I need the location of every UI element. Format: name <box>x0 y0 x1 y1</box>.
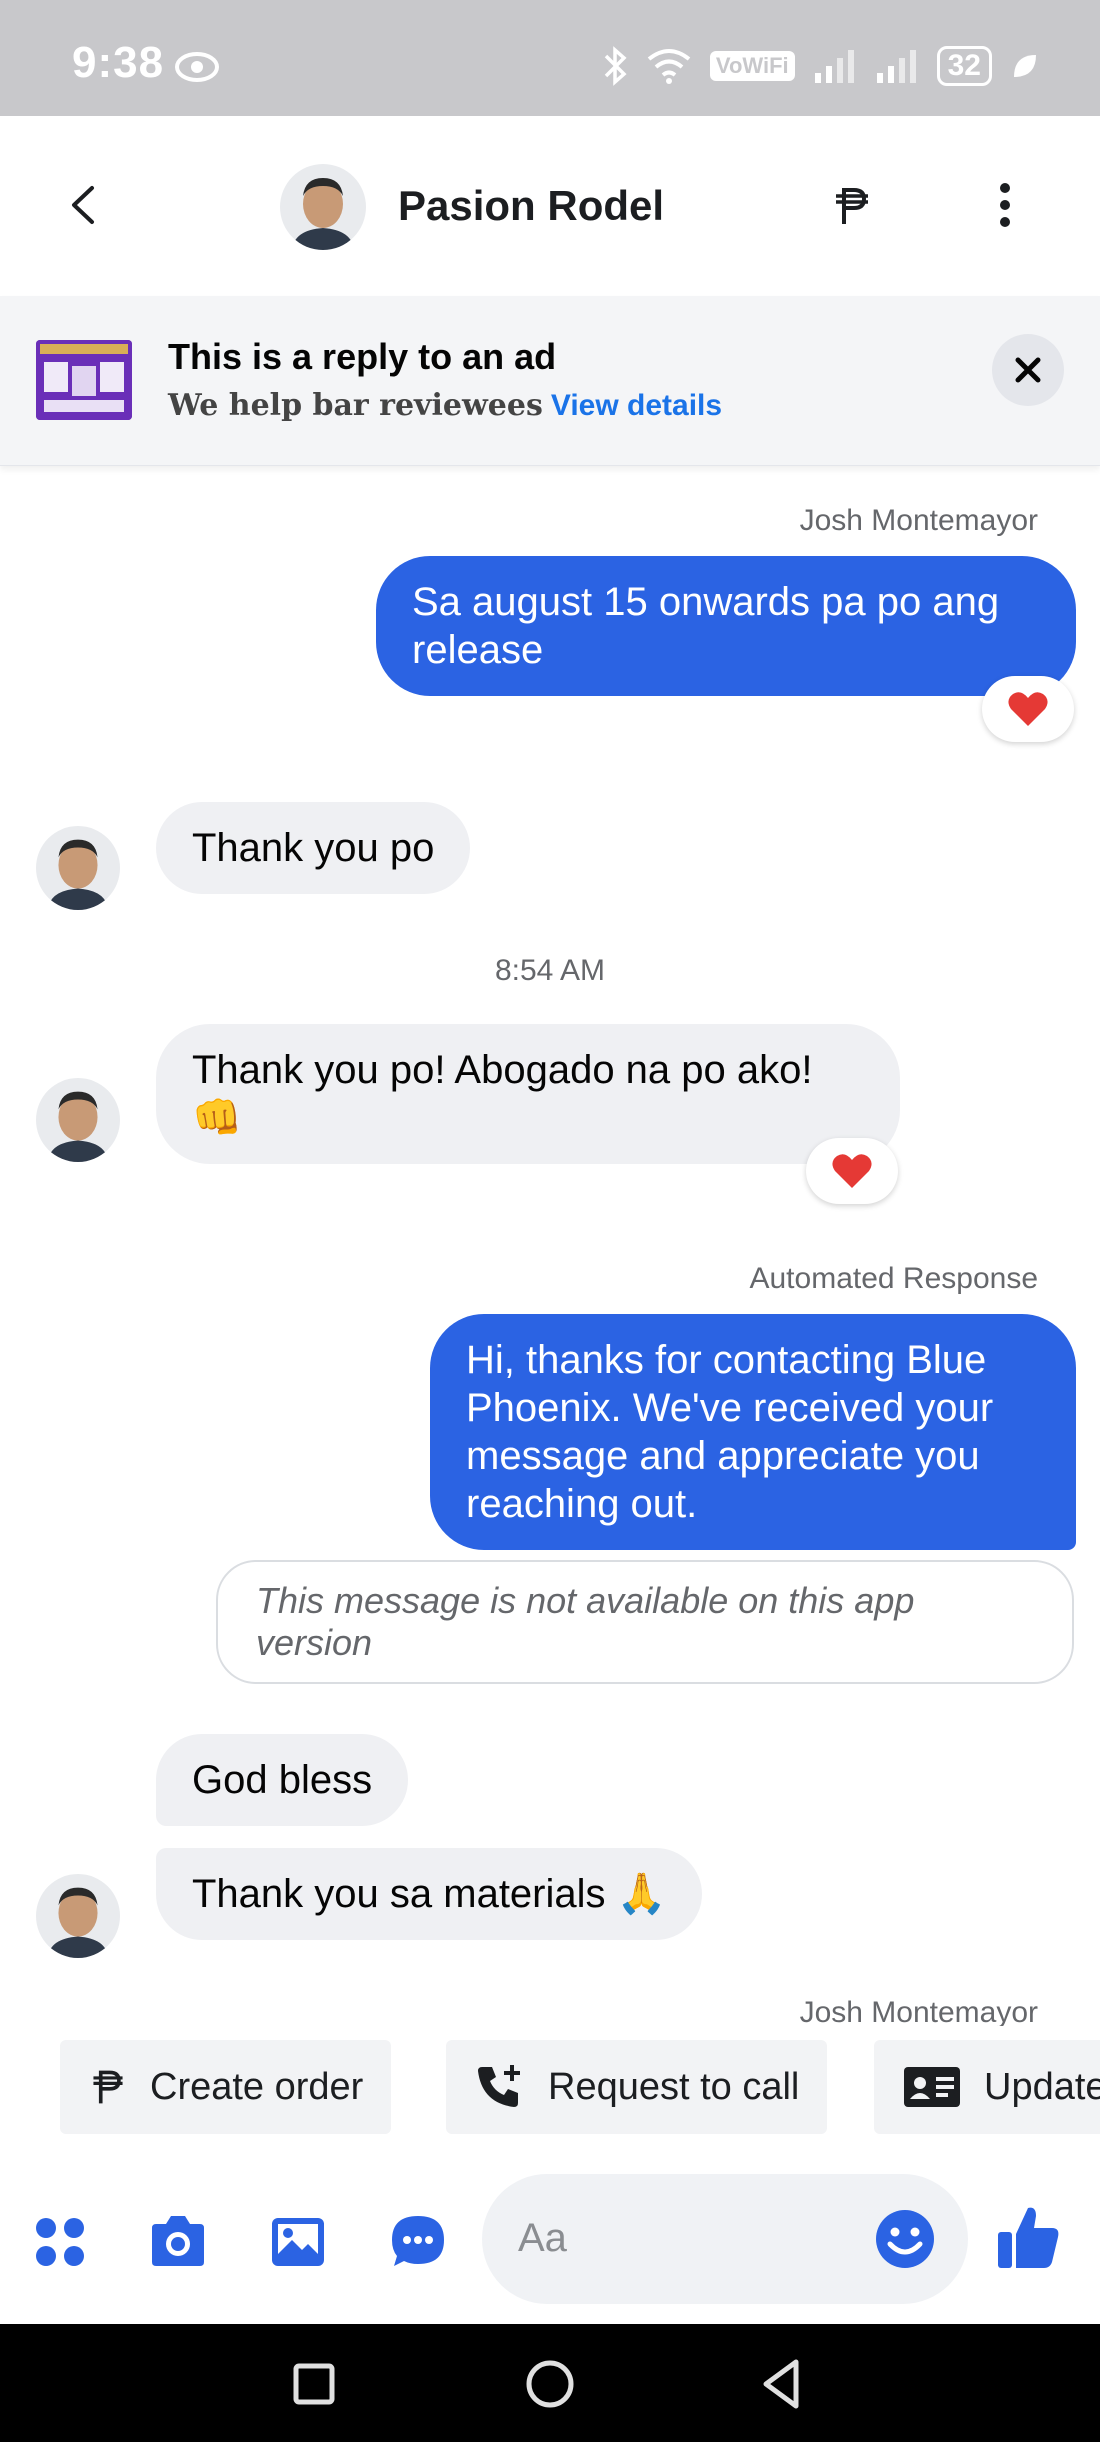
battery-indicator: 32 <box>936 46 992 86</box>
message-input[interactable]: Aa <box>482 2174 968 2304</box>
praying-hands-emoji: 🙏 <box>616 1872 667 1916</box>
status-time: 9:38 <box>72 38 165 87</box>
sender-label: Josh Montemayor <box>799 1996 1038 2026</box>
thumbs-up-icon[interactable] <box>994 2202 1062 2272</box>
message-text: Thank you sa materials <box>192 1872 606 1916</box>
update-button[interactable]: Update <box>874 2040 1100 2134</box>
create-order-button[interactable]: Create order <box>60 2040 392 2134</box>
recent-apps-button[interactable] <box>282 2352 346 2416</box>
back-arrow-icon[interactable] <box>60 180 110 230</box>
close-banner-button[interactable] <box>992 334 1064 406</box>
quick-actions-row[interactable]: Create order Request to call Update <box>0 2026 1100 2148</box>
ad-thumbnail[interactable] <box>36 340 132 420</box>
contact-avatar-small[interactable] <box>36 1874 120 1958</box>
message-timestamp: 8:54 AM <box>494 954 606 987</box>
update-label: Update <box>984 2065 1100 2108</box>
message-text: Thank you po! Abogado na po ako! <box>192 1048 813 1092</box>
view-details-link[interactable]: View details <box>551 389 722 422</box>
heart-reaction[interactable] <box>982 676 1074 742</box>
sender-label: Josh Montemayor <box>799 504 1038 537</box>
leaf-icon <box>1014 55 1036 77</box>
system-nav-bar <box>0 2324 1100 2442</box>
heart-icon <box>1008 692 1048 726</box>
gallery-icon[interactable] <box>266 2210 330 2274</box>
contact-card-icon <box>904 2067 960 2107</box>
contact-avatar-small[interactable] <box>36 1078 120 1162</box>
ad-banner-subtitle: We help bar reviewees View details <box>168 388 722 423</box>
create-order-label: Create order <box>150 2065 364 2108</box>
request-to-call-label: Request to call <box>548 2065 800 2108</box>
status-icons: VoWiFi 32 <box>602 44 1040 88</box>
contact-avatar-small[interactable] <box>36 826 120 910</box>
message-thread[interactable]: Josh Montemayor Sa august 15 onwards pa … <box>0 466 1100 2026</box>
status-bar: 9:38 VoWiFi 32 <box>0 0 1100 116</box>
ad-reply-banner: This is a reply to an ad We help bar rev… <box>0 296 1100 466</box>
camera-icon[interactable] <box>146 2210 210 2274</box>
contact-name[interactable]: Pasion Rodel <box>398 182 664 230</box>
signal-icon-2 <box>876 50 916 83</box>
eye-icon <box>175 52 219 82</box>
apps-menu-icon[interactable] <box>28 2210 92 2274</box>
sender-label: Automated Response <box>749 1262 1038 1295</box>
chat-bubble-icon[interactable] <box>386 2210 450 2274</box>
incoming-message[interactable]: Thank you po <box>156 802 471 894</box>
bluetooth-icon <box>604 46 627 86</box>
signal-icon <box>814 50 854 83</box>
chat-header: Pasion Rodel <box>0 116 1100 296</box>
message-composer: Aa <box>0 2148 1100 2324</box>
close-icon <box>1015 357 1041 383</box>
heart-reaction[interactable] <box>806 1138 898 1204</box>
incoming-message[interactable]: Thank you sa materials 🙏 <box>156 1848 703 1940</box>
incoming-message[interactable]: God bless <box>156 1734 409 1826</box>
emoji-icon[interactable] <box>874 2208 936 2270</box>
home-button[interactable] <box>518 2352 582 2416</box>
unavailable-message-notice: This message is not available on this ap… <box>216 1560 1074 1684</box>
outgoing-message[interactable]: Hi, thanks for contacting Blue Phoenix. … <box>430 1314 1076 1550</box>
peso-icon[interactable] <box>830 184 874 228</box>
ad-banner-title: This is a reply to an ad <box>168 336 557 377</box>
incoming-message[interactable]: Thank you po! Abogado na po ako! 👊 <box>156 1024 900 1164</box>
vowifi-badge: VoWiFi <box>709 51 795 81</box>
contact-avatar[interactable] <box>280 164 366 250</box>
back-nav-button[interactable] <box>750 2352 814 2416</box>
fist-emoji: 👊 <box>192 1096 242 1140</box>
outgoing-message[interactable]: Sa august 15 onwards pa po ang release <box>376 556 1076 696</box>
heart-icon <box>832 1154 872 1188</box>
request-to-call-button[interactable]: Request to call <box>446 2040 828 2134</box>
message-input-placeholder: Aa <box>518 2216 567 2260</box>
peso-icon <box>93 2070 123 2104</box>
wifi-icon <box>647 49 691 84</box>
phone-add-icon <box>478 2065 520 2107</box>
ad-subtitle-text: We help bar reviewees <box>168 388 543 423</box>
more-options-icon[interactable] <box>990 180 1020 230</box>
